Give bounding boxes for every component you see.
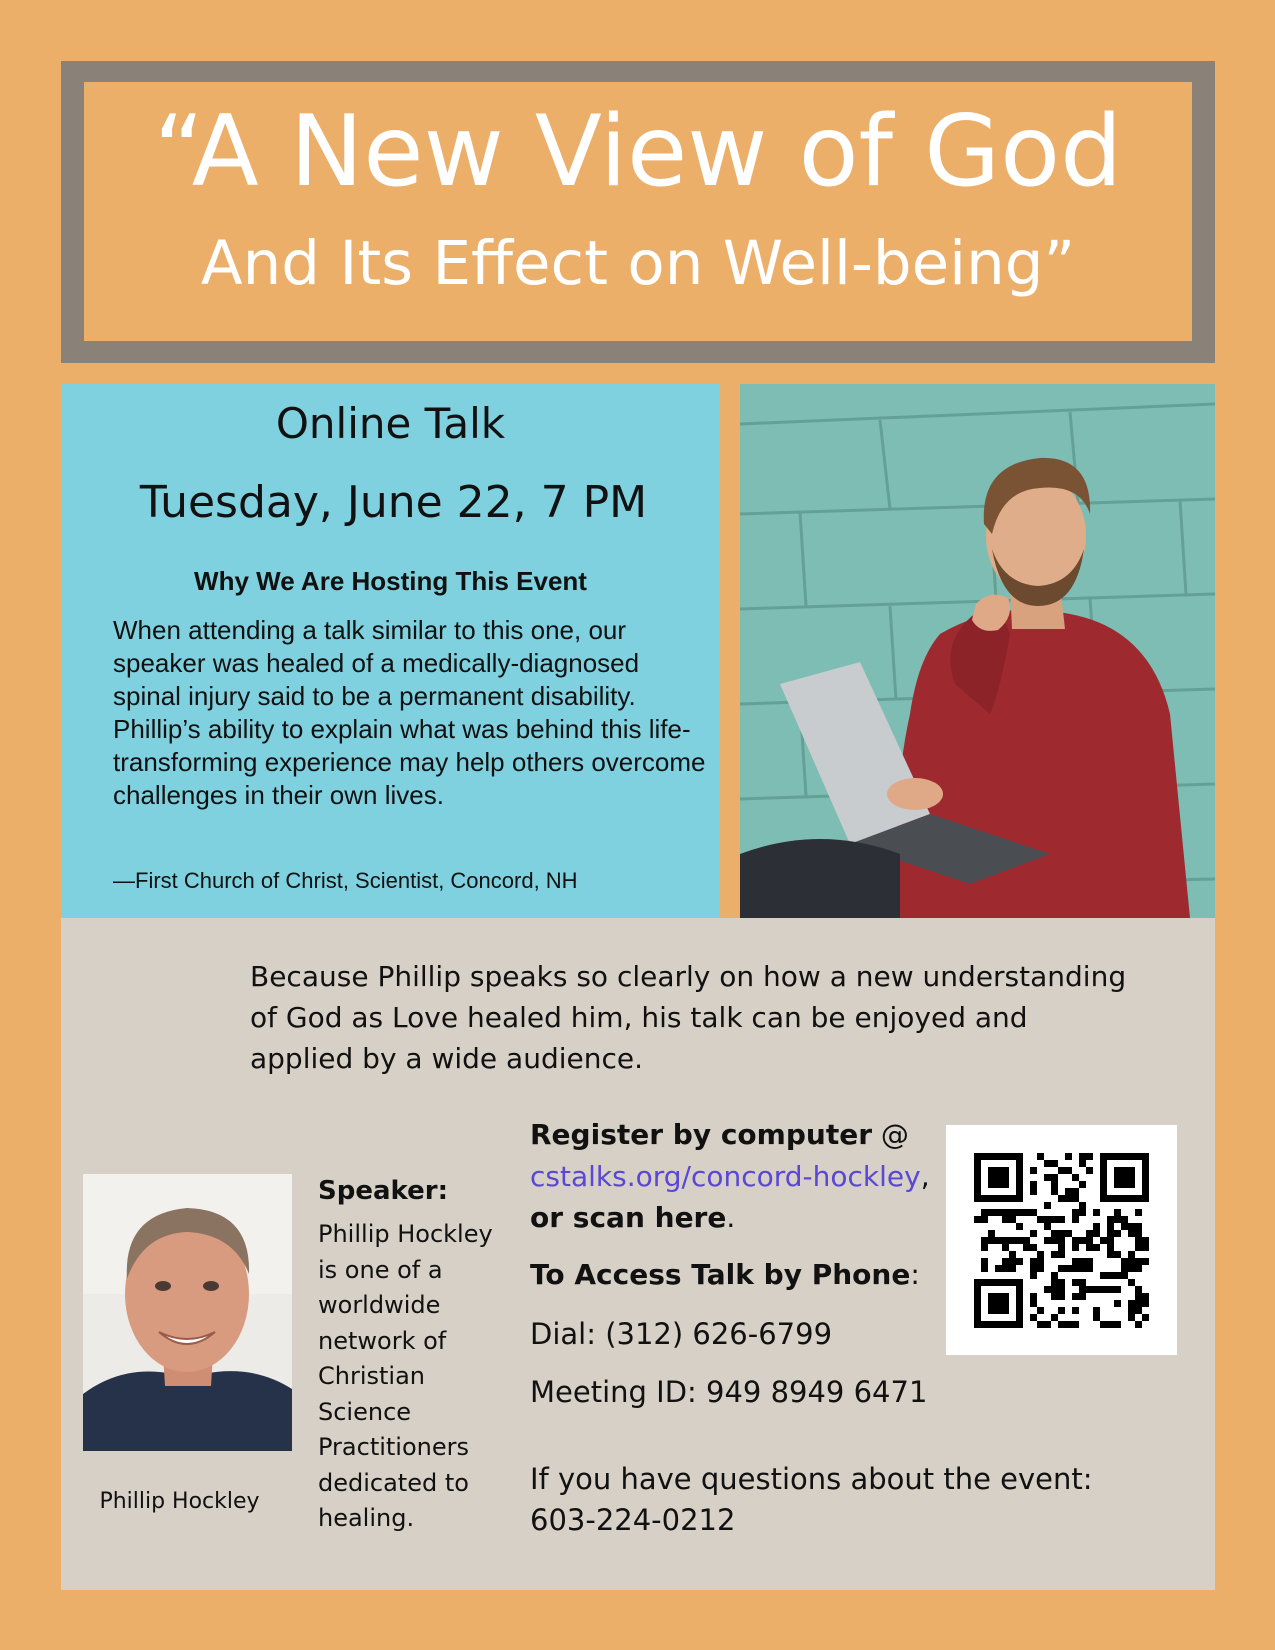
event-kind: Online Talk [275,399,506,448]
register-comma: , [920,1159,930,1193]
speaker-heading: Speaker: [318,1176,448,1206]
man-with-laptop-illustration [740,384,1215,918]
questions-label: If you have questions about the event: [530,1462,1093,1496]
man-with-laptop-photo [740,384,1215,918]
qr-code-icon [974,1153,1149,1328]
register-label: Register by computer [530,1118,873,1151]
phone-heading: To Access Talk by Phone: [530,1255,930,1295]
register-link[interactable]: cstalks.org/concord-hockley [530,1160,921,1193]
why-attribution: —First Church of Christ, Scientist, Conc… [113,868,578,893]
dial-line: Dial: (312) 626-6799 [530,1317,833,1351]
speaker-bio: Phillip Hockley is one of a worldwide ne… [318,1220,493,1532]
title-line-1: “A New View of God [153,95,1123,209]
phone-heading-colon: : [910,1258,920,1291]
intro-paragraph: Because Phillip speaks so clearly on how… [250,960,1127,1075]
register-at: @ [872,1118,909,1151]
speaker-portrait-photo [83,1174,292,1451]
why-heading: Why We Are Hosting This Event [194,566,587,596]
phone-heading-label: To Access Talk by Phone [530,1258,911,1291]
speaker-caption: Phillip Hockley [99,1489,260,1514]
meeting-id-line: Meeting ID: 949 8949 6471 [530,1375,928,1409]
questions-number: 603-224-0212 [530,1503,736,1537]
title-line-2: And Its Effect on Well-being” [200,228,1076,299]
qr-code-box[interactable] [946,1125,1177,1355]
event-date: Tuesday, June 22, 7 PM [139,477,648,528]
why-body: When attending a talk similar to this on… [113,615,706,810]
speaker-portrait-illustration [83,1174,292,1451]
register-period: . [726,1201,736,1234]
register-block: Register by computer @ cstalks.org/concor… [530,1114,930,1239]
questions-block: If you have questions about the event: 60… [530,1459,1130,1541]
register-scan-text: or scan here [530,1201,727,1234]
